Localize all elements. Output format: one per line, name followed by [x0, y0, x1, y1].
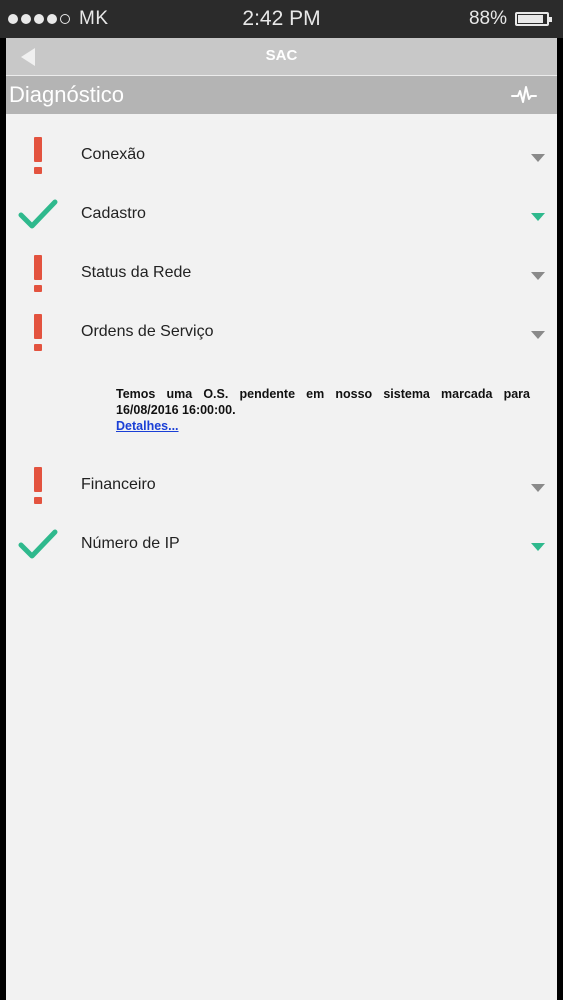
battery-fill [518, 15, 543, 23]
chevron-down-icon[interactable] [531, 327, 545, 339]
battery-status: 88% [468, 8, 552, 30]
chevron-down-icon[interactable] [531, 209, 545, 221]
diagnostic-item-cadastro[interactable]: Cadastro [6, 187, 557, 246]
chevron-down-icon[interactable] [531, 480, 545, 492]
app-screen: SAC Diagnóstico Conexão Cadastro Status … [6, 38, 557, 1000]
status-bar: MK 2:42 PM 88% [0, 0, 563, 38]
alert-icon [18, 466, 58, 506]
check-icon [18, 195, 58, 235]
diagnostic-item-financeiro[interactable]: Financeiro [6, 458, 557, 517]
alert-icon [18, 136, 58, 176]
diagnostic-item-numero-de-ip[interactable]: Número de IP [6, 517, 557, 576]
details-link[interactable]: Detalhes... [116, 418, 530, 434]
chevron-down-icon[interactable] [531, 268, 545, 280]
section-title: Diagnóstico [9, 82, 124, 107]
item-label: Cadastro [81, 205, 146, 222]
section-header: Diagnóstico [6, 76, 557, 114]
pulse-icon[interactable] [511, 85, 537, 105]
check-icon [18, 525, 58, 565]
item-label: Número de IP [81, 535, 180, 552]
chevron-down-icon[interactable] [531, 150, 545, 162]
nav-title: SAC [265, 47, 298, 64]
nav-bar: SAC [6, 38, 557, 76]
service-order-text: Temos uma O.S. pendente em nosso sistema… [116, 387, 530, 417]
diagnostic-item-conexao[interactable]: Conexão [6, 128, 557, 187]
alert-icon [18, 254, 58, 294]
battery-icon [515, 12, 552, 26]
alert-icon [18, 313, 58, 353]
item-label: Conexão [81, 146, 146, 163]
battery-percent: 88% [468, 8, 507, 29]
item-label: Financeiro [81, 476, 156, 493]
diagnostic-list: Conexão Cadastro Status da Rede Ordens d… [6, 128, 557, 576]
diagnostic-item-ordens-de-servico[interactable]: Ordens de Serviço [6, 305, 557, 364]
service-order-detail: Temos uma O.S. pendente em nosso sistema… [6, 364, 557, 458]
service-order-message: Temos uma O.S. pendente em nosso sistema… [116, 386, 530, 434]
diagnostic-item-status-da-rede[interactable]: Status da Rede [6, 246, 557, 305]
item-label: Status da Rede [81, 264, 192, 281]
chevron-down-icon[interactable] [531, 539, 545, 551]
item-label: Ordens de Serviço [81, 323, 214, 340]
